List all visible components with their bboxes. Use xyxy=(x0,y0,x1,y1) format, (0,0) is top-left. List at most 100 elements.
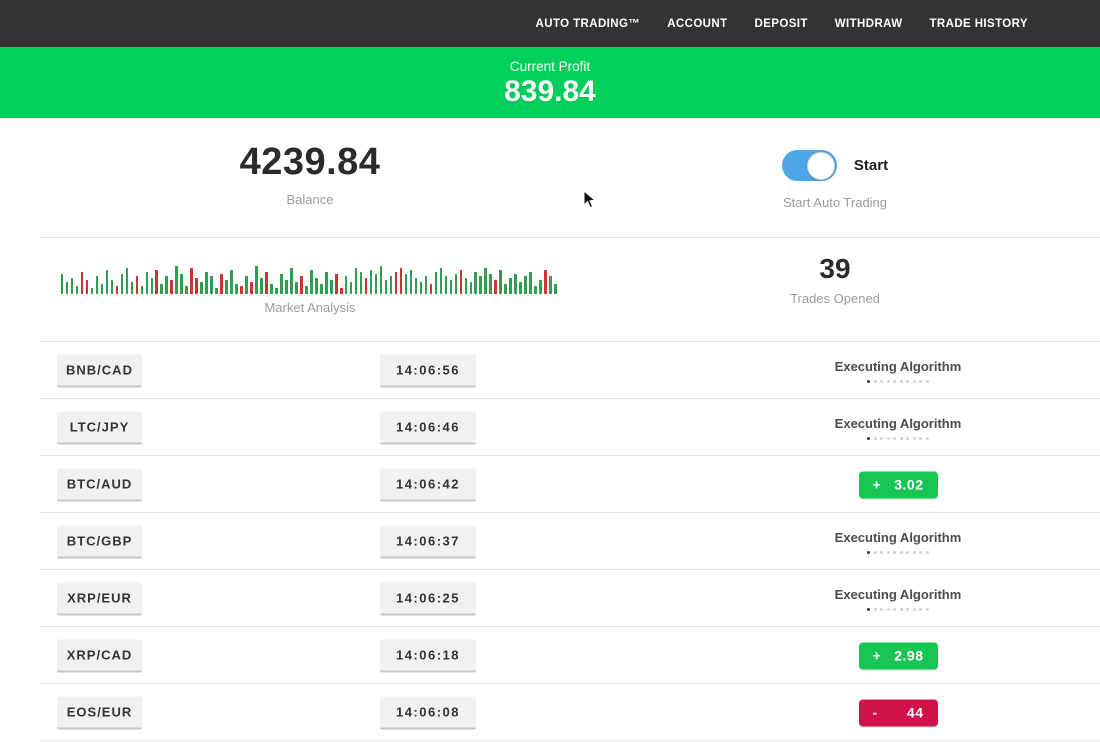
market-bar xyxy=(549,276,552,294)
result-value: 2.98 xyxy=(894,648,923,664)
toggle-start-label: Start xyxy=(854,157,888,174)
market-bar xyxy=(116,286,119,294)
market-bar xyxy=(479,276,482,294)
trade-result-badge: -44 xyxy=(859,699,938,726)
progress-dot xyxy=(867,437,870,440)
market-bar xyxy=(415,278,418,294)
market-bar xyxy=(66,282,69,294)
market-bar xyxy=(470,282,473,294)
progress-dot xyxy=(874,380,877,383)
market-bar xyxy=(210,276,213,294)
progress-dot xyxy=(867,551,870,554)
market-bar xyxy=(86,280,89,294)
account-summary-section: 4239.84 Balance Start Start Auto Trading xyxy=(0,118,1100,238)
market-analysis-block: Market Analysis xyxy=(0,238,570,342)
progress-dot xyxy=(874,437,877,440)
market-analysis-bars xyxy=(61,262,559,294)
start-auto-trading-label: Start Auto Trading xyxy=(783,195,887,210)
market-bar xyxy=(215,288,218,294)
market-bar xyxy=(380,266,383,294)
market-bar xyxy=(245,276,248,294)
market-bar xyxy=(136,276,139,294)
pair-badge: EOS/EUR xyxy=(57,696,142,729)
market-bar xyxy=(420,282,423,294)
trades-opened-block: 39 Trades Opened xyxy=(570,238,1100,342)
market-bar xyxy=(280,274,283,294)
market-bar xyxy=(355,268,358,294)
status-cell: Executing Algorithm xyxy=(828,416,968,440)
top-nav: AUTO TRADING™ ACCOUNT DEPOSIT WITHDRAW TRADE… xyxy=(0,0,1100,47)
progress-dot xyxy=(919,551,922,554)
market-bar xyxy=(430,284,433,294)
market-bar xyxy=(465,278,468,294)
market-bar xyxy=(180,274,183,294)
progress-dots xyxy=(867,608,929,611)
time-badge: 14:06:18 xyxy=(380,639,476,672)
market-bar xyxy=(96,276,99,294)
market-bar xyxy=(539,280,542,294)
market-bar xyxy=(190,268,193,294)
status-cell: Executing Algorithm xyxy=(828,530,968,554)
nav-item-account[interactable]: ACCOUNT xyxy=(667,18,727,30)
market-bar xyxy=(275,288,278,294)
status-cell: +3.02 xyxy=(828,471,968,498)
market-bar xyxy=(504,284,507,294)
progress-dot xyxy=(874,551,877,554)
pair-badge: BNB/CAD xyxy=(57,354,142,387)
market-bar xyxy=(360,272,363,294)
market-section: Market Analysis 39 Trades Opened xyxy=(0,238,1100,342)
market-bar xyxy=(141,286,144,294)
nav-item-trade-history[interactable]: TRADE HISTORY xyxy=(930,18,1029,30)
market-bar xyxy=(200,282,203,294)
market-bar xyxy=(106,270,109,294)
market-bar xyxy=(315,278,318,294)
market-bar xyxy=(146,272,149,294)
progress-dot xyxy=(880,437,883,440)
auto-trading-toggle[interactable] xyxy=(782,150,837,181)
nav-item-auto-trading[interactable]: AUTO TRADING™ xyxy=(536,18,641,30)
market-bar xyxy=(345,276,348,294)
market-bar xyxy=(61,274,64,294)
pair-badge: XRP/EUR xyxy=(57,582,142,615)
time-badge: 14:06:46 xyxy=(380,411,476,444)
progress-dot xyxy=(893,608,896,611)
trade-row: BTC/GBP14:06:37Executing Algorithm xyxy=(0,513,1100,570)
market-bar xyxy=(230,270,233,294)
progress-dot xyxy=(893,551,896,554)
nav-items: AUTO TRADING™ ACCOUNT DEPOSIT WITHDRAW TRADE… xyxy=(509,18,1028,30)
market-bar xyxy=(544,270,547,294)
pair-badge: XRP/CAD xyxy=(57,639,142,672)
result-sign: + xyxy=(873,648,882,664)
time-badge: 14:06:08 xyxy=(380,696,476,729)
market-bar xyxy=(494,280,497,294)
result-value: 3.02 xyxy=(894,477,923,493)
market-bar xyxy=(126,268,129,294)
progress-dot xyxy=(874,608,877,611)
market-bar xyxy=(455,274,458,294)
progress-dot xyxy=(867,608,870,611)
market-bar xyxy=(514,274,517,294)
market-bar xyxy=(131,282,134,294)
market-bar xyxy=(440,268,443,294)
pair-badge: BTC/GBP xyxy=(57,525,142,558)
progress-dot xyxy=(926,551,929,554)
time-badge: 14:06:42 xyxy=(380,468,476,501)
market-bar xyxy=(260,278,263,294)
market-bar xyxy=(235,284,238,294)
time-badge: 14:06:56 xyxy=(380,354,476,387)
nav-item-withdraw[interactable]: WITHDRAW xyxy=(835,18,903,30)
progress-dot xyxy=(913,608,916,611)
progress-dot xyxy=(880,551,883,554)
time-badge: 14:06:25 xyxy=(380,582,476,615)
market-bar xyxy=(170,280,173,294)
auto-trading-block: Start Start Auto Trading xyxy=(570,118,1100,238)
market-bar xyxy=(484,268,487,294)
nav-item-deposit[interactable]: DEPOSIT xyxy=(755,18,808,30)
market-bar xyxy=(519,282,522,294)
progress-dot xyxy=(867,380,870,383)
market-bar xyxy=(300,276,303,294)
market-bar xyxy=(305,286,308,294)
market-bar xyxy=(71,278,74,294)
progress-dot xyxy=(887,551,890,554)
market-bar xyxy=(509,278,512,294)
